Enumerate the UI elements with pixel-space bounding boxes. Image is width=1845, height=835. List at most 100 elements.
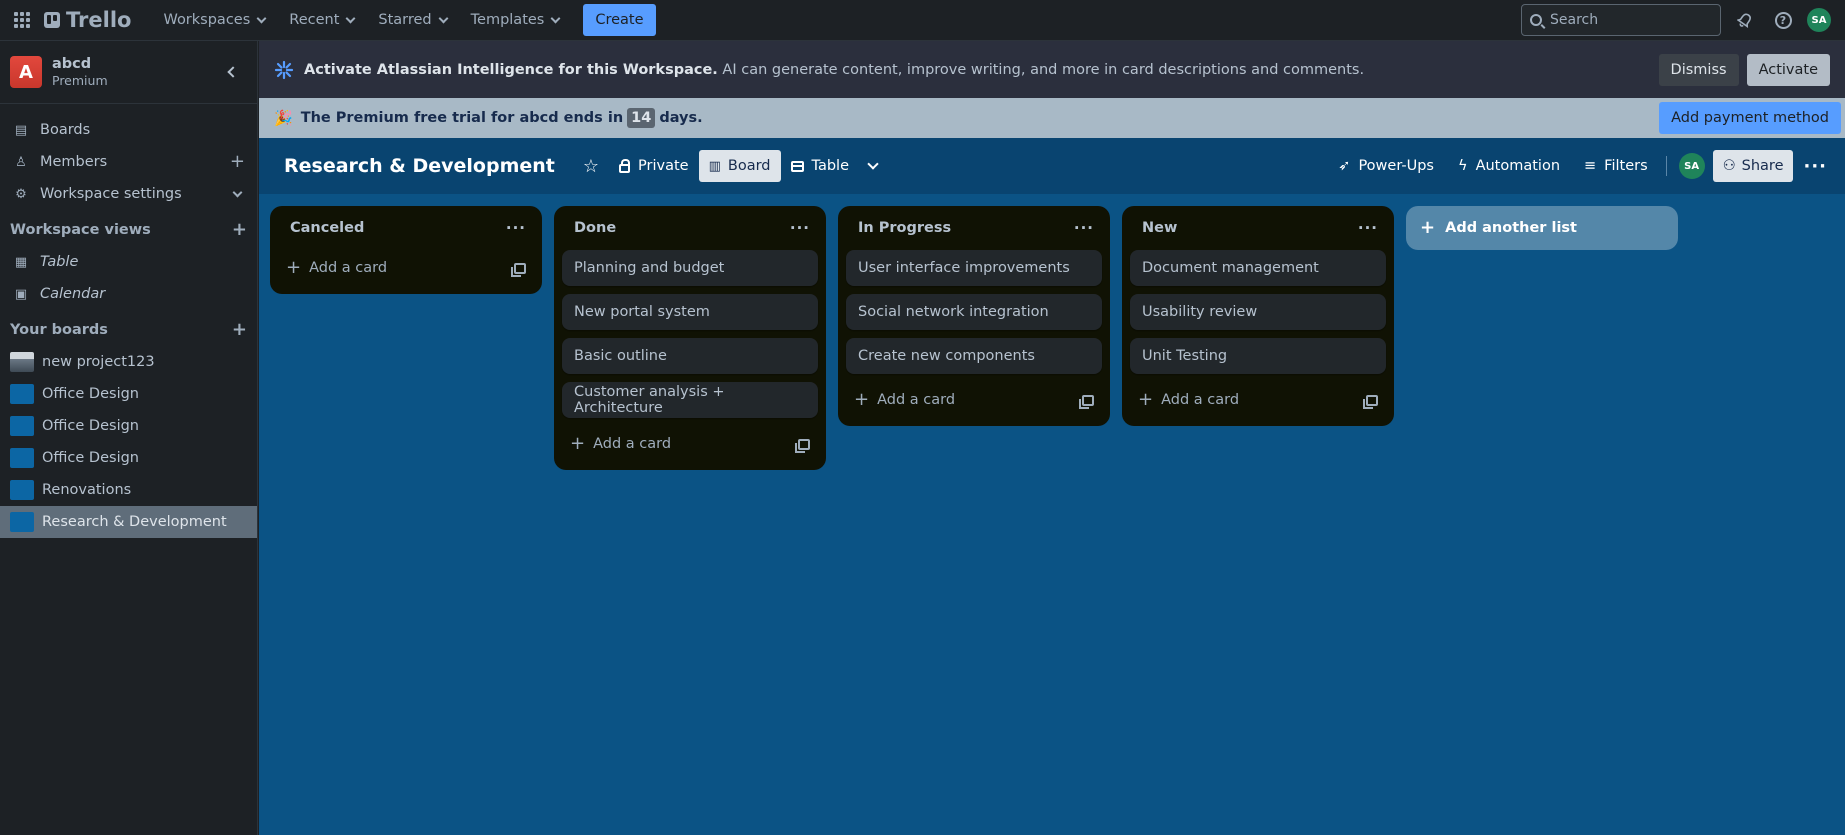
automation-button[interactable]: ϟ Automation <box>1448 150 1570 182</box>
user-avatar[interactable]: SA <box>1807 8 1831 32</box>
filter-icon: ≡ <box>1584 158 1597 174</box>
automation-label: Automation <box>1475 158 1561 174</box>
sidebar-view-label: Table <box>40 254 79 270</box>
list-done[interactable]: Done ··· Planning and budget New portal … <box>554 206 826 470</box>
chevron-left-icon <box>227 66 239 78</box>
card[interactable]: Basic outline <box>562 338 818 374</box>
power-ups-button[interactable]: ➶ Power-Ups <box>1328 150 1444 182</box>
card[interactable]: Customer analysis + Architecture <box>562 382 818 418</box>
add-payment-method-button[interactable]: Add payment method <box>1659 102 1841 134</box>
add-member-icon[interactable]: + <box>230 153 245 171</box>
card[interactable]: Social network integration <box>846 294 1102 330</box>
visibility-label: Private <box>638 158 689 174</box>
nav-templates-label: Templates <box>470 12 545 28</box>
sidebar-view-table[interactable]: ▦ Table <box>0 246 257 278</box>
card-template-icon[interactable] <box>1079 394 1094 409</box>
workspace-name: abcd <box>52 55 92 72</box>
search-input[interactable]: Search <box>1521 4 1721 36</box>
nav-menu: Workspaces Recent Starred Templates Crea… <box>151 4 656 36</box>
card[interactable]: Document management <box>1130 250 1386 286</box>
add-board-icon[interactable]: + <box>232 321 247 339</box>
card-template-icon[interactable] <box>1363 394 1378 409</box>
list-header: In Progress ··· <box>846 206 1102 250</box>
share-button[interactable]: ⚇ Share <box>1712 150 1794 182</box>
sidebar-item-workspace-settings[interactable]: ⚙ Workspace settings <box>0 178 257 210</box>
board-header: Research & Development ☆ Private ▥ Board … <box>259 138 1845 194</box>
list-menu-icon[interactable]: ··· <box>506 219 526 237</box>
chevron-down-icon <box>232 187 243 197</box>
sidebar-board-item[interactable]: Office Design <box>0 442 257 474</box>
nav-right: Search ? SA <box>1521 4 1831 36</box>
sidebar-board-label: Research & Development <box>42 514 227 530</box>
trello-logo[interactable]: Trello <box>44 8 131 32</box>
card[interactable]: Planning and budget <box>562 250 818 286</box>
lists-container: Canceled ··· + Add a card Done ··· Plann… <box>270 206 1678 470</box>
create-button[interactable]: Create <box>583 4 656 36</box>
activate-button[interactable]: Activate <box>1746 53 1830 86</box>
section-title: Your boards <box>10 322 108 338</box>
board-thumbnail <box>10 480 34 500</box>
filters-label: Filters <box>1604 158 1648 174</box>
card[interactable]: Usability review <box>1130 294 1386 330</box>
board-member-avatar[interactable]: SA <box>1678 153 1705 179</box>
visibility-button[interactable]: Private <box>609 150 699 182</box>
help-icon[interactable]: ? <box>1769 6 1797 34</box>
list-header: Done ··· <box>562 206 818 250</box>
board-canvas: Activate Atlassian Intelligence for this… <box>259 41 1845 835</box>
sidebar-board-item[interactable]: Office Design <box>0 410 257 442</box>
card[interactable]: Create new components <box>846 338 1102 374</box>
card[interactable]: New portal system <box>562 294 818 330</box>
add-card-button[interactable]: + Add a card <box>278 250 534 286</box>
card[interactable]: User interface improvements <box>846 250 1102 286</box>
star-board-button[interactable]: ☆ <box>573 150 609 182</box>
sidebar-view-calendar[interactable]: ▣ Calendar <box>0 278 257 310</box>
view-board-label: Board <box>727 158 771 174</box>
list-title[interactable]: In Progress <box>858 220 951 236</box>
card-template-icon[interactable] <box>795 438 810 453</box>
sidebar-board-item[interactable]: new project123 <box>0 346 257 378</box>
nav-templates[interactable]: Templates <box>459 4 572 36</box>
nav-starred[interactable]: Starred <box>366 4 458 36</box>
more-views-button[interactable] <box>859 150 887 182</box>
card[interactable]: Unit Testing <box>1130 338 1386 374</box>
view-table-button[interactable]: Table <box>781 150 860 182</box>
list-menu-icon[interactable]: ··· <box>790 219 810 237</box>
sidebar-item-boards[interactable]: ▤ Boards <box>0 114 257 146</box>
nav-workspaces[interactable]: Workspaces <box>151 4 277 36</box>
list-menu-icon[interactable]: ··· <box>1358 219 1378 237</box>
list-canceled[interactable]: Canceled ··· + Add a card <box>270 206 542 294</box>
dismiss-button[interactable]: Dismiss <box>1658 53 1739 86</box>
filters-button[interactable]: ≡ Filters <box>1574 150 1658 182</box>
add-card-label: Add a card <box>1161 392 1240 408</box>
add-card-button[interactable]: + Add a card <box>846 382 1102 418</box>
nav-recent[interactable]: Recent <box>277 4 366 36</box>
plus-icon: + <box>1420 217 1436 238</box>
app-switcher-icon[interactable] <box>12 10 32 30</box>
board-menu-icon[interactable]: ··· <box>1797 156 1833 177</box>
chevron-down-icon <box>550 13 561 23</box>
workspace-logo[interactable]: A <box>10 56 42 88</box>
list-in-progress[interactable]: In Progress ··· User interface improveme… <box>838 206 1110 426</box>
list-title[interactable]: Done <box>574 220 616 236</box>
add-card-button[interactable]: + Add a card <box>1130 382 1386 418</box>
board-title[interactable]: Research & Development <box>284 155 555 177</box>
collapse-sidebar-button[interactable] <box>215 56 247 88</box>
sidebar-item-label: Members <box>40 154 108 170</box>
view-board-button[interactable]: ▥ Board <box>698 150 781 182</box>
sidebar-board-item[interactable]: Office Design <box>0 378 257 410</box>
sidebar-board-item[interactable]: Renovations <box>0 474 257 506</box>
notifications-icon[interactable] <box>1731 6 1759 34</box>
list-new[interactable]: New ··· Document management Usability re… <box>1122 206 1394 426</box>
sidebar-item-members[interactable]: ♙ Members + <box>0 146 257 178</box>
rocket-icon: ➶ <box>1338 158 1351 174</box>
add-list-button[interactable]: + Add another list <box>1406 206 1678 250</box>
list-menu-icon[interactable]: ··· <box>1074 219 1094 237</box>
add-view-icon[interactable]: + <box>232 221 247 239</box>
add-card-button[interactable]: + Add a card <box>562 426 818 462</box>
list-title[interactable]: New <box>1142 220 1177 236</box>
share-person-icon: ⚇ <box>1722 158 1736 174</box>
list-title[interactable]: Canceled <box>290 220 364 236</box>
star-icon: ☆ <box>582 155 600 177</box>
sidebar-board-item-active[interactable]: Research & Development <box>0 506 257 538</box>
card-template-icon[interactable] <box>511 262 526 277</box>
